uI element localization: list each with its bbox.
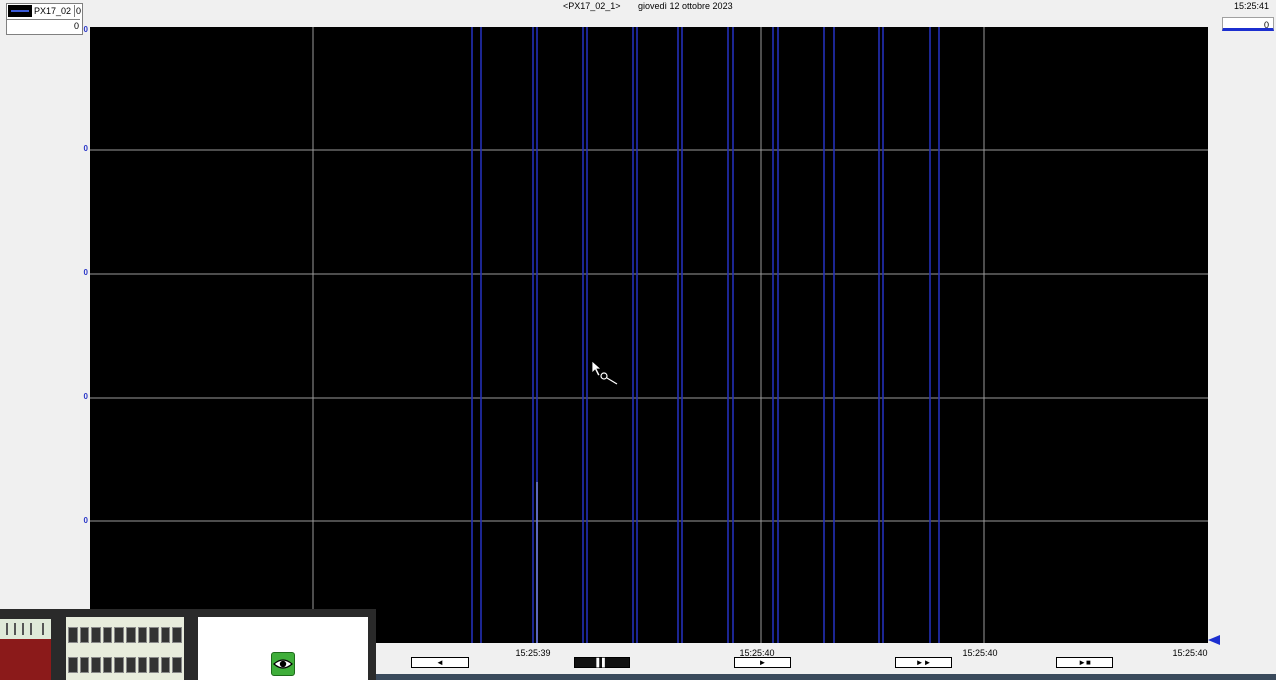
position-marker-icon[interactable] [1207,634,1221,646]
y-tick-label: 0 [83,144,88,153]
rewind-icon: ◄ [436,658,444,667]
play-stop-icon: ►■ [1078,658,1091,667]
date-label: giovedì 12 ottobre 2023 [638,1,733,11]
play-icon: ► [758,658,767,667]
trace-pulses [471,27,940,643]
pause-button[interactable]: ▌▌ [574,657,630,668]
y-tick-label: 0 [83,516,88,525]
fast-forward-icon: ►► [915,658,932,667]
play-stop-button[interactable]: ►■ [1056,657,1113,668]
legend-value-2: 0 [7,19,80,32]
legend-box[interactable]: PX17_02 0 0 [6,3,83,35]
window-thumbnail[interactable] [0,619,51,680]
right-value-field[interactable]: 0 [1222,17,1274,31]
x-tick-label: 15:25:39 [515,648,551,658]
taskbar-previews [0,609,376,680]
pause-icon: ▌▌ [596,658,608,667]
x-tick-label: 15:25:40 [962,648,998,658]
eye-button[interactable] [271,652,295,676]
y-tick-label: 0 [83,25,88,34]
legend-series-name: PX17_02 [34,6,72,16]
y-tick-label: 0 [83,268,88,277]
source-label: <PX17_02_1> [563,1,621,11]
trend-plot-area[interactable] [90,27,1208,643]
bottom-status-strip [376,674,1276,680]
current-time-label: 15:25:41 [1234,1,1270,11]
rewind-button[interactable]: ◄ [411,657,469,668]
x-tick-label: 15:25:40 [1172,648,1208,658]
legend-value-1: 0 [74,5,82,17]
mouse-cursor-icon [591,360,618,385]
legend-swatch [8,5,32,17]
window-thumbnail[interactable] [198,617,368,680]
y-tick-label: 0 [83,392,88,401]
play-button[interactable]: ► [734,657,791,668]
eye-icon [273,659,293,669]
fast-forward-button[interactable]: ►► [895,657,952,668]
window-thumbnail[interactable] [66,617,184,680]
trend-plot-svg [90,27,1208,643]
